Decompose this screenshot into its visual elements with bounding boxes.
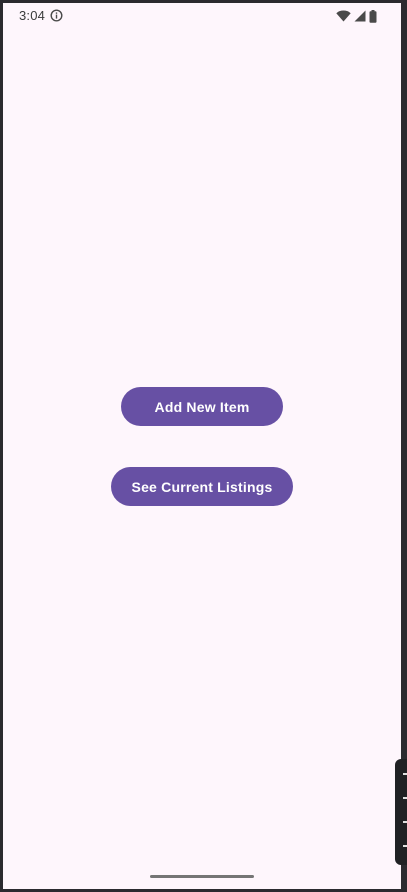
status-time: 3:04 xyxy=(19,8,46,23)
add-new-item-button[interactable]: Add New Item xyxy=(121,387,283,426)
overlay-mark xyxy=(403,797,407,799)
battery-icon xyxy=(369,9,377,23)
gesture-navigation-bar[interactable] xyxy=(150,875,254,878)
status-bar: 3:04 xyxy=(3,3,401,29)
app-screen: 3:04 Add New Item See Current Listings xyxy=(3,3,401,889)
status-icons xyxy=(336,9,377,23)
side-overlay-tab[interactable] xyxy=(395,759,407,865)
see-current-listings-button[interactable]: See Current Listings xyxy=(111,467,293,506)
overlay-mark xyxy=(403,773,407,775)
cell-signal-icon xyxy=(354,10,366,22)
overlay-mark xyxy=(403,821,407,823)
device-frame: 3:04 Add New Item See Current Listings xyxy=(0,0,407,892)
overlay-mark xyxy=(403,845,407,847)
info-circle-icon xyxy=(50,9,63,22)
wifi-icon xyxy=(336,10,351,22)
